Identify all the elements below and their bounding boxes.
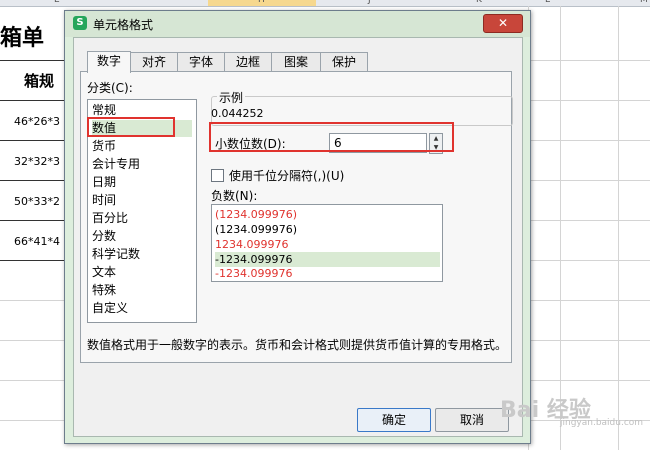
tab-border[interactable]: 边框 bbox=[224, 52, 272, 72]
category-item-percentage[interactable]: 百分比 bbox=[92, 210, 192, 227]
negative-option[interactable]: 1234.099976 bbox=[215, 237, 440, 252]
tab-alignment[interactable]: 对齐 bbox=[130, 52, 178, 72]
negative-option[interactable]: (1234.099976) bbox=[215, 222, 440, 237]
format-cells-dialog: S 单元格格式 ✕ 数字 对齐 字体 边框 图案 保护 分类(C): 常规 数值… bbox=[64, 10, 531, 444]
col-header-h: H bbox=[258, 0, 265, 5]
negative-numbers-label: 负数(N): bbox=[211, 189, 258, 203]
table-cell[interactable]: 46*26*3 bbox=[14, 115, 60, 128]
col-header-k: K bbox=[476, 0, 482, 5]
sheet-title: 箱单 bbox=[0, 25, 45, 51]
category-label: 分类(C): bbox=[87, 81, 133, 95]
dialog-title: 单元格格式 bbox=[93, 18, 154, 32]
thousands-separator-label: 使用千位分隔符(,)(U) bbox=[229, 169, 345, 183]
highlight-box-decimal bbox=[209, 122, 454, 152]
category-item-special[interactable]: 特殊 bbox=[92, 282, 192, 299]
tab-protection[interactable]: 保护 bbox=[320, 52, 368, 72]
tab-font[interactable]: 字体 bbox=[177, 52, 225, 72]
negative-numbers-list[interactable]: (1234.099976) (1234.099976) 1234.099976 … bbox=[211, 204, 443, 282]
preview-label: 示例 bbox=[217, 89, 246, 106]
preview-value: 0.044252 bbox=[211, 107, 264, 120]
tab-number[interactable]: 数字 bbox=[87, 51, 131, 73]
col-header-e: E bbox=[54, 0, 60, 5]
table-cell[interactable]: 50*33*2 bbox=[14, 195, 60, 208]
category-item-date[interactable]: 日期 bbox=[92, 174, 192, 191]
category-item-time[interactable]: 时间 bbox=[92, 192, 192, 209]
table-cell[interactable]: 66*41*4 bbox=[14, 235, 60, 248]
app-logo-icon: S bbox=[73, 16, 87, 30]
highlight-box-category bbox=[87, 117, 175, 137]
negative-option-selected[interactable]: -1234.099976 bbox=[215, 252, 440, 267]
cancel-button[interactable]: 取消 bbox=[435, 408, 509, 432]
col-header-m: M bbox=[640, 0, 648, 5]
col-header-j: J bbox=[368, 0, 371, 5]
negative-option[interactable]: (1234.099976) bbox=[215, 207, 440, 222]
category-item-fraction[interactable]: 分数 bbox=[92, 228, 192, 245]
dialog-titlebar[interactable]: S 单元格格式 ✕ bbox=[65, 11, 530, 37]
column-header-bar: E H J K L M bbox=[0, 0, 650, 7]
category-item-custom[interactable]: 自定义 bbox=[92, 300, 192, 317]
close-button[interactable]: ✕ bbox=[483, 14, 523, 33]
thousands-separator-checkbox[interactable] bbox=[211, 169, 224, 182]
format-description: 数值格式用于一般数字的表示。货币和会计格式则提供货币值计算的专用格式。 bbox=[87, 338, 508, 352]
negative-option[interactable]: -1234.099976 bbox=[215, 267, 440, 280]
category-item-accounting[interactable]: 会计专用 bbox=[92, 156, 192, 173]
ok-button[interactable]: 确定 bbox=[357, 408, 431, 432]
header-cell-box-spec[interactable]: 箱规 bbox=[24, 70, 54, 91]
category-item-currency[interactable]: 货币 bbox=[92, 138, 192, 155]
category-item-scientific[interactable]: 科学记数 bbox=[92, 246, 192, 263]
category-item-text[interactable]: 文本 bbox=[92, 264, 192, 281]
tab-pattern[interactable]: 图案 bbox=[271, 52, 321, 72]
table-cell[interactable]: 32*32*3 bbox=[14, 155, 60, 168]
col-header-l: L bbox=[545, 0, 551, 5]
watermark-url: jingyan.baidu.com bbox=[560, 418, 644, 428]
